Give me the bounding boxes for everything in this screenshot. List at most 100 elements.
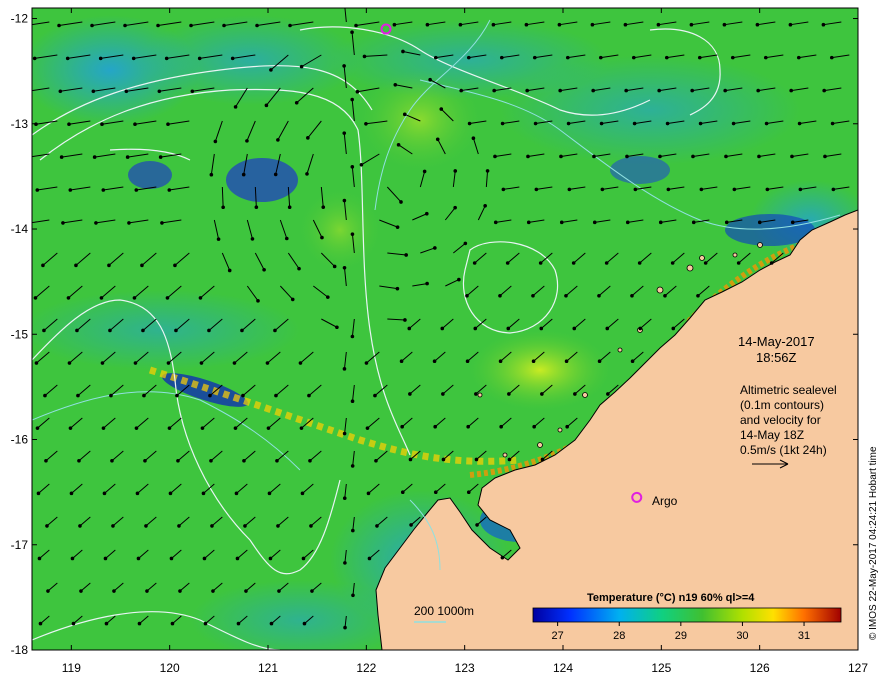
velocity-arrow-head [665, 121, 670, 126]
lat-tick-label: -15 [11, 327, 29, 341]
velocity-arrow-head [110, 458, 114, 463]
velocity-arrow-head [350, 399, 355, 404]
velocity-arrow-head [466, 55, 471, 60]
lon-tick-label: 127 [848, 661, 868, 675]
lon-tick-label: 124 [553, 661, 573, 675]
velocity-arrow-head [32, 56, 37, 61]
velocity-arrow-head [306, 136, 310, 140]
velocity-arrow-head [566, 121, 571, 126]
velocity-arrow-head [404, 253, 408, 257]
velocity-arrow-head [197, 56, 202, 61]
velocity-arrow-head [222, 23, 226, 28]
velocity-arrow-head [657, 88, 661, 93]
velocity-arrow-head [262, 267, 266, 272]
velocity-arrow-head [302, 621, 307, 626]
velocity-arrow-head [474, 457, 479, 462]
velocity-arrow-head [264, 103, 269, 108]
velocity-arrow-head [350, 232, 355, 236]
velocity-arrow-head [466, 424, 470, 429]
velocity-arrow-head [123, 23, 127, 28]
velocity-arrow-head [203, 621, 208, 626]
velocity-arrow-head [540, 392, 544, 396]
velocity-arrow-head [499, 424, 503, 429]
velocity-arrow-head [71, 621, 76, 626]
velocity-arrow-head [134, 426, 139, 430]
velocity-arrow-head [367, 556, 372, 561]
velocity-arrow-head [133, 361, 138, 365]
velocity-arrow-head [821, 22, 826, 27]
velocity-arrow-head [499, 55, 504, 60]
velocity-arrow-head [35, 426, 40, 430]
velocity-arrow-head [189, 23, 193, 28]
velocity-arrow-head [335, 325, 339, 330]
velocity-arrow-head [309, 524, 313, 528]
velocity-arrow-head [174, 328, 178, 333]
velocity-arrow-head [731, 121, 736, 126]
velocity-arrow-head [307, 393, 311, 398]
velocity-arrow-head [99, 296, 104, 300]
velocity-arrow-head [178, 589, 182, 593]
velocity-arrow-head [90, 23, 94, 28]
velocity-arrow-head [796, 55, 801, 60]
lon-tick-label: 119 [62, 661, 81, 675]
velocity-arrow-head [408, 392, 412, 396]
velocity-arrow-head [142, 393, 146, 398]
velocity-arrow-head [565, 55, 570, 60]
velocity-arrow-head [77, 458, 81, 463]
velocity-arrow-head [690, 88, 694, 93]
velocity-arrow-head [65, 56, 70, 61]
velocity-arrow-head [631, 55, 636, 60]
velocity-arrow-head [332, 264, 337, 269]
velocity-arrow-head [156, 23, 160, 28]
velocity-arrow-head [265, 361, 270, 365]
velocity-arrow-head [433, 490, 438, 494]
velocity-arrow-head [166, 361, 171, 365]
velocity-arrow-head [697, 55, 702, 60]
velocity-arrow-head [268, 556, 273, 561]
velocity-arrow-head [350, 165, 355, 169]
velocity-arrow-head [365, 426, 370, 430]
velocity-arrow-head [131, 56, 136, 61]
velocity-arrow-head [42, 328, 46, 333]
altimetry-line-4: 14-May 18Z [740, 428, 804, 442]
velocity-arrow-head [605, 326, 610, 331]
velocity-arrow-head [175, 393, 179, 398]
velocity-arrow-head [625, 220, 630, 225]
velocity-arrow-head [350, 334, 355, 339]
velocity-arrow-head [68, 426, 73, 430]
velocity-arrow-head [342, 198, 347, 203]
velocity-arrow-head [91, 89, 96, 94]
velocity-arrow-head [532, 424, 536, 429]
velocity-arrow-head [35, 188, 40, 192]
velocity-arrow-head [342, 64, 346, 68]
velocity-arrow-head [467, 121, 472, 126]
altimetry-line-5: 0.5m/s (1kt 24h) [740, 443, 827, 457]
velocity-arrow-head [531, 359, 536, 364]
lon-tick-label: 126 [750, 661, 770, 675]
velocity-arrow-head [342, 367, 347, 371]
velocity-arrow-head [571, 261, 576, 265]
time-label: 18:56Z [756, 350, 797, 365]
velocity-arrow-head [392, 22, 397, 27]
velocity-arrow-head [473, 326, 478, 331]
velocity-arrow-head [45, 524, 49, 528]
velocity-arrow-head [241, 393, 245, 398]
velocity-arrow-head [485, 169, 490, 173]
velocity-arrow-head [213, 139, 218, 144]
velocity-arrow-head [736, 261, 741, 265]
velocity-arrow-head [169, 556, 174, 561]
velocity-arrow-head [597, 359, 602, 364]
velocity-arrow-head [305, 172, 309, 176]
velocity-arrow-head [428, 77, 432, 82]
velocity-arrow-head [158, 155, 163, 159]
velocity-arrow-head [266, 426, 271, 430]
velocity-arrow-head [789, 88, 793, 93]
velocity-arrow-head [526, 220, 531, 225]
velocity-arrow-head [160, 221, 164, 225]
velocity-arrow-head [501, 187, 506, 192]
velocity-arrow-head [59, 155, 64, 159]
colorbar-tick-label: 30 [736, 630, 748, 642]
velocity-arrow-head [75, 328, 79, 333]
lon-tick-label: 121 [258, 661, 278, 675]
velocity-arrow-head [393, 82, 398, 87]
